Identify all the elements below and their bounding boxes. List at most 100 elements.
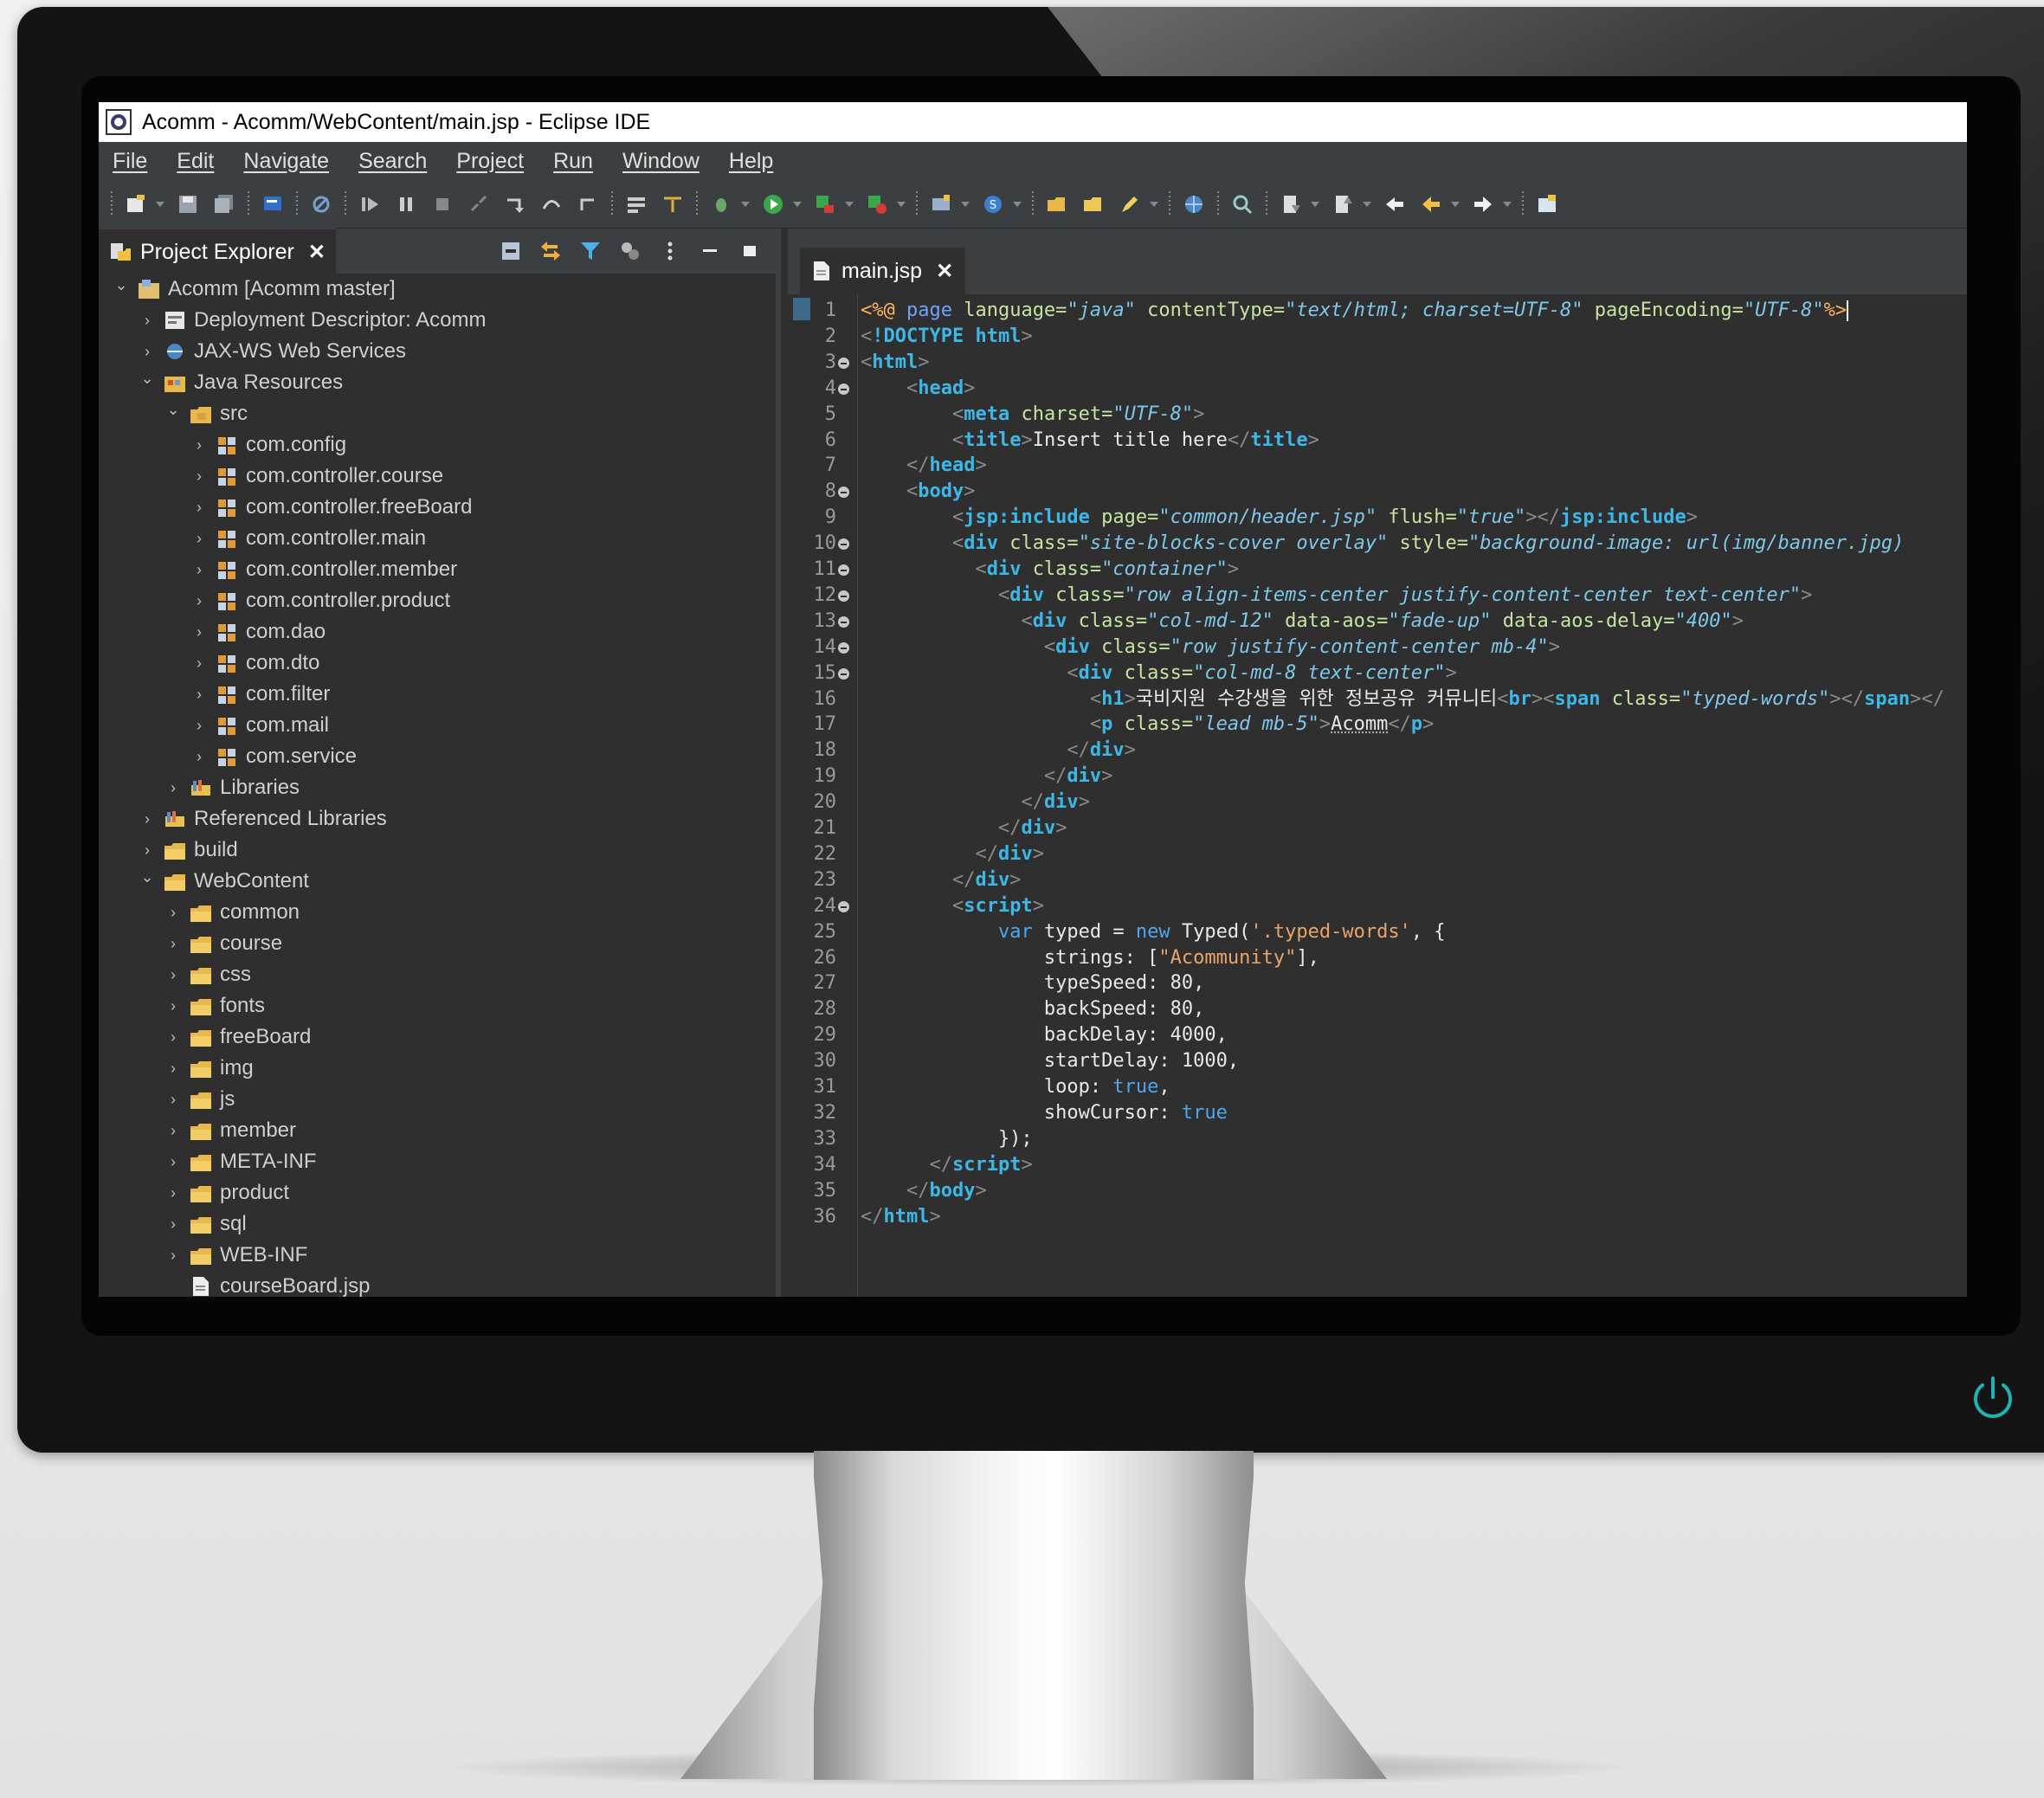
focus-on-active-task-icon[interactable]	[616, 237, 644, 265]
debug-dropdown-icon[interactable]	[741, 201, 750, 207]
pen-icon[interactable]	[1115, 190, 1145, 219]
tree-item[interactable]: › JAX-WS Web Services	[99, 336, 776, 367]
chevron-right-icon[interactable]: ›	[139, 841, 156, 859]
next-annotation-dropdown-icon[interactable]	[1311, 201, 1319, 207]
filter-icon[interactable]	[577, 237, 604, 265]
chevron-right-icon[interactable]: ›	[164, 1184, 182, 1202]
external-tools-icon[interactable]	[862, 190, 892, 219]
collapse-all-icon[interactable]	[497, 237, 525, 265]
fold-toggle-icon[interactable]	[838, 487, 849, 499]
menu-file[interactable]: File	[99, 149, 163, 174]
forward-icon[interactable]	[1468, 190, 1498, 219]
chevron-right-icon[interactable]: ›	[164, 779, 182, 796]
terminal-icon[interactable]	[258, 190, 287, 219]
chevron-right-icon[interactable]: ›	[164, 1060, 182, 1077]
chevron-right-icon[interactable]: ›	[164, 904, 182, 921]
menu-help[interactable]: Help	[715, 149, 789, 174]
chevron-right-icon[interactable]: ›	[190, 561, 208, 578]
chevron-right-icon[interactable]: ›	[164, 1028, 182, 1046]
menu-project[interactable]: Project	[442, 149, 539, 174]
chevron-down-icon[interactable]: ⌄	[139, 370, 156, 387]
fold-toggle-icon[interactable]	[838, 615, 849, 628]
step-into-icon[interactable]	[500, 190, 530, 219]
new-service-icon[interactable]: S	[978, 190, 1008, 219]
back-icon[interactable]	[1416, 190, 1446, 219]
tree-item[interactable]: › fonts	[99, 990, 776, 1021]
debug-icon[interactable]	[706, 190, 736, 219]
globe-icon[interactable]	[1179, 190, 1209, 219]
chevron-right-icon[interactable]: ›	[190, 530, 208, 547]
view-menu-icon[interactable]	[656, 237, 684, 265]
maximize-icon[interactable]	[736, 237, 764, 265]
fold-toggle-icon[interactable]	[838, 383, 849, 395]
tree-item[interactable]: › Referenced Libraries	[99, 803, 776, 835]
chevron-right-icon[interactable]: ›	[164, 997, 182, 1015]
next-annotation-icon[interactable]	[1276, 190, 1306, 219]
pen-dropdown-icon[interactable]	[1150, 201, 1158, 207]
tree-item[interactable]: › freeBoard	[99, 1021, 776, 1053]
previous-annotation-icon[interactable]	[1328, 190, 1357, 219]
terminate-icon[interactable]	[428, 190, 457, 219]
chevron-right-icon[interactable]: ›	[164, 1091, 182, 1108]
chevron-down-icon[interactable]: ⌄	[164, 401, 182, 418]
tree-item[interactable]: › css	[99, 959, 776, 990]
menu-run[interactable]: Run	[539, 149, 609, 174]
chevron-right-icon[interactable]: ›	[190, 748, 208, 765]
run-dropdown-icon[interactable]	[793, 201, 802, 207]
chevron-right-icon[interactable]: ›	[139, 312, 156, 329]
menu-navigate[interactable]: Navigate	[229, 149, 345, 174]
step-return-icon[interactable]	[573, 190, 603, 219]
fold-toggle-icon[interactable]	[838, 357, 849, 369]
external-tools-dropdown-icon[interactable]	[897, 201, 906, 207]
chevron-down-icon[interactable]: ⌄	[113, 276, 130, 293]
chevron-right-icon[interactable]: ›	[139, 343, 156, 360]
fold-toggle-icon[interactable]	[838, 564, 849, 576]
tree-item[interactable]: › com.service	[99, 741, 776, 772]
new-service-dropdown-icon[interactable]	[1013, 201, 1022, 207]
chevron-right-icon[interactable]: ›	[190, 499, 208, 516]
link-with-editor-icon[interactable]	[537, 237, 564, 265]
tree-item[interactable]: › sql	[99, 1208, 776, 1240]
step-over-icon[interactable]	[537, 190, 566, 219]
tree-item[interactable]: › Deployment Descriptor: Acomm	[99, 305, 776, 336]
tree-item[interactable]: › com.config	[99, 429, 776, 461]
chevron-right-icon[interactable]: ›	[164, 966, 182, 983]
tree-item[interactable]: › com.mail	[99, 710, 776, 741]
new-icon[interactable]	[121, 190, 151, 219]
chevron-right-icon[interactable]: ›	[190, 623, 208, 641]
tree-item[interactable]: › Libraries	[99, 772, 776, 803]
save-icon[interactable]	[173, 190, 203, 219]
tab-project-explorer[interactable]: Project Explorer ✕	[99, 228, 336, 274]
forward-dropdown-icon[interactable]	[1503, 201, 1512, 207]
tree-item[interactable]: › com.controller.product	[99, 585, 776, 616]
tree-item[interactable]: › com.controller.course	[99, 461, 776, 492]
tree-item[interactable]: › WEB-INF	[99, 1240, 776, 1271]
chevron-right-icon[interactable]: ›	[164, 1215, 182, 1233]
disconnect-icon[interactable]	[464, 190, 493, 219]
open-type-icon[interactable]	[1042, 190, 1072, 219]
chevron-right-icon[interactable]: ›	[190, 592, 208, 609]
tree-item[interactable]: › com.controller.member	[99, 554, 776, 585]
tree-item[interactable]: ⌄ Java Resources	[99, 367, 776, 398]
tree-item[interactable]: courseBoard.jsp	[99, 1271, 776, 1297]
chevron-right-icon[interactable]: ›	[164, 1122, 182, 1139]
tree-item[interactable]: › course	[99, 928, 776, 959]
tree-item[interactable]: › com.controller.freeBoard	[99, 492, 776, 523]
chevron-right-icon[interactable]: ›	[190, 654, 208, 672]
close-icon[interactable]: ✕	[936, 259, 953, 284]
tree-item[interactable]: ⌄ WebContent	[99, 866, 776, 897]
tree-item[interactable]: › com.dto	[99, 648, 776, 679]
menu-window[interactable]: Window	[609, 149, 715, 174]
chevron-right-icon[interactable]: ›	[190, 436, 208, 454]
search-icon[interactable]	[1228, 190, 1257, 219]
tree-item[interactable]: › com.filter	[99, 679, 776, 710]
tree-item[interactable]: › META-INF	[99, 1146, 776, 1177]
resume-icon[interactable]	[355, 190, 384, 219]
suspend-icon[interactable]	[391, 190, 421, 219]
chevron-right-icon[interactable]: ›	[164, 1247, 182, 1264]
menu-search[interactable]: Search	[345, 149, 442, 174]
new-server-icon[interactable]	[926, 190, 956, 219]
tab-main-jsp[interactable]: main.jsp ✕	[800, 248, 966, 294]
fold-toggle-icon[interactable]	[838, 900, 849, 912]
use-step-filters-icon[interactable]	[658, 190, 687, 219]
